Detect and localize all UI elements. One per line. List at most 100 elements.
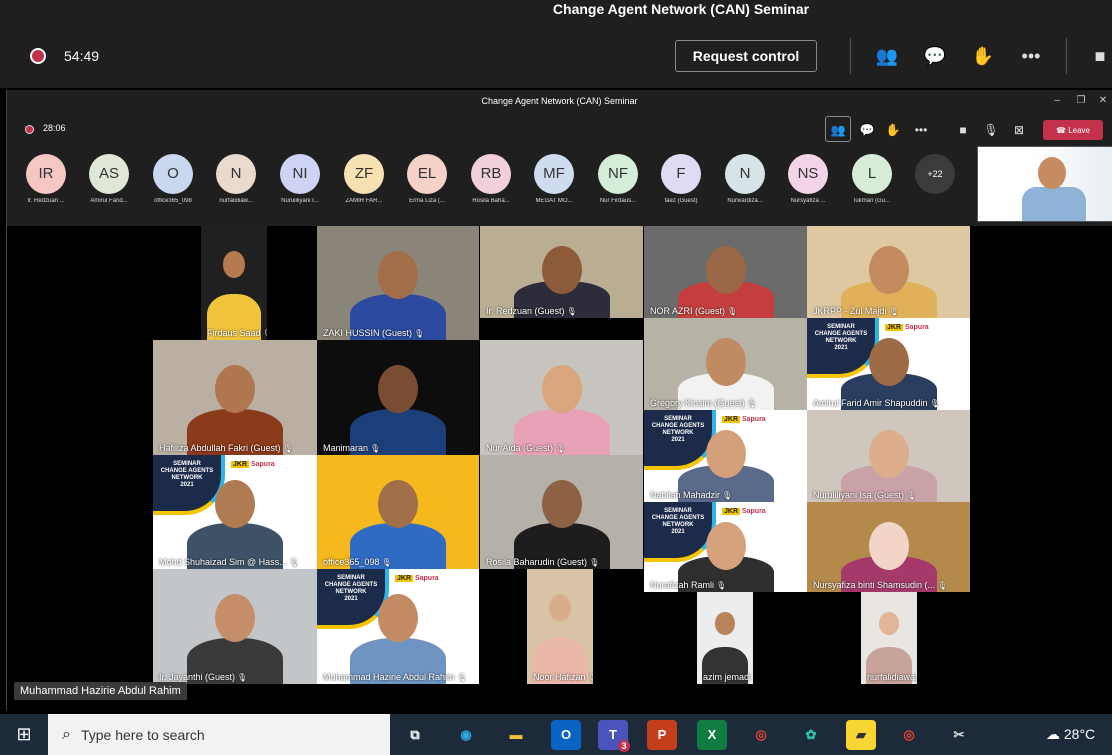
participant-name: faez (Guest) [664,198,698,204]
microphone-icon[interactable]: 🎙 [982,121,1000,139]
camera-icon[interactable]: ■ [954,121,972,139]
teams-icon[interactable]: T3 [598,720,630,752]
reactions-icon[interactable]: ✋ [884,121,902,139]
microphone-off-icon: 🎙 [589,558,600,567]
powerpoint-icon[interactable]: P [647,720,677,750]
chat-icon[interactable]: 💬 [858,121,876,139]
microphone-off-icon: 🎙 [414,329,425,338]
close-icon[interactable]: ✕ [1093,90,1112,112]
video-tile[interactable]: ZAKI HUSSIN (Guest) 🎙 [317,226,479,340]
video-tile[interactable]: SEMINAR CHANGE AGENTS NETWORK 2021 JKR Sapur… [153,455,317,569]
sticky-notes-icon[interactable]: ▰ [846,720,876,750]
video-tile[interactable]: Rosila Baharudin (Guest) 🎙 [480,455,643,569]
video-tile[interactable]: Ir. Redzuan (Guest) 🎙 [480,226,643,318]
participant-avatar[interactable]: NF Nur Firdaus... [589,154,647,204]
participant-face [541,246,582,295]
participant-name-label: nurfalidiawati🎙 [867,672,917,682]
video-tile[interactable]: NOR AZRI (Guest) 🎙 [644,226,807,318]
people-icon[interactable]: 👥 [875,44,899,68]
participant-avatar[interactable]: N Nurwardiza... [716,154,774,204]
more-options-icon[interactable]: ••• [912,121,930,139]
taskbar-search[interactable]: ⌕ Type here to search [48,714,390,755]
participant-avatar[interactable]: Llukman (Gu... [843,154,901,204]
participant-name-label: Firdaus Saad🎙 [207,328,267,338]
outer-window-title: Change Agent Network (CAN) Seminar [0,0,1112,24]
video-tile[interactable]: Firdaus Saad🎙 [201,226,267,340]
request-control-button[interactable]: Request control [675,40,817,72]
chrome-icon[interactable]: ◎ [746,720,776,750]
recording-icon [30,48,46,64]
video-tile[interactable]: office365_098 🎙 [317,455,479,569]
video-tile[interactable]: nurfalidiawati🎙 [861,592,917,684]
file-explorer-icon[interactable]: ▬ [501,720,531,750]
maximize-icon[interactable]: ❐ [1071,90,1091,112]
weather-widget[interactable]: ☁ 28°C [1046,726,1095,743]
tile-name: Amirul Farid Amir Shapuddin [813,398,928,408]
participant-avatar[interactable]: MF MEGAT MO... [525,154,583,204]
app-icon[interactable]: ✿ [796,720,826,750]
divider [1066,38,1067,74]
participant-avatar[interactable]: Ooffice365_098 [144,154,202,204]
self-video-label: Muhammad Hazirie Abdul Rahim [14,682,187,700]
outlook-icon[interactable]: O [551,720,581,750]
microphone-off-icon: 🎙 [746,399,757,408]
people-icon[interactable]: 👥 [825,116,851,142]
participant-avatar[interactable]: NI Nuruliliyani I... [271,154,329,204]
tile-name: office365_098 [323,557,380,567]
banner-line: 2021 [671,437,685,443]
video-tile[interactable]: Gregory Kinsim (Guest) 🎙 [644,318,807,410]
video-tile[interactable]: Noor Hafizan 🎙 [527,569,593,684]
edge-icon[interactable]: ◉ [451,720,481,750]
more-options-icon[interactable]: ••• [1019,44,1043,68]
chat-icon[interactable]: 💬 [923,44,947,68]
task-view-icon[interactable]: ⧉ [400,720,430,750]
participant-avatar[interactable]: Nnurfalidiaw... [207,154,265,204]
tile-name: Nursyafiza binti Shamsudin (... [813,580,936,590]
avatar-initials: L [852,154,892,194]
video-tile[interactable]: Nur Aida (Guest) 🎙 [480,340,643,455]
participant-name-label: Nuruliliyani Isa (Guest) 🎙 [813,490,916,500]
video-tile[interactable]: Hafiliza Abdullah Fakri (Guest) 🎙 [153,340,317,455]
search-placeholder: Type here to search [80,726,205,743]
tile-name: Muhammad Hazirie Abdul Rahim [323,672,455,682]
participant-avatar[interactable]: NS Nursyafiza ... [779,154,837,204]
video-tile[interactable]: Nuruliliyani Isa (Guest) 🎙 [807,410,970,502]
more-participants-button[interactable]: +22 [915,154,955,194]
leave-button[interactable]: ☎ Leave [1043,120,1103,140]
tile-name: Rosila Baharudin (Guest) [486,557,588,567]
video-tile[interactable]: azim jemadi🎙 [697,592,753,684]
video-tile[interactable]: Manimaran 🎙 [317,340,479,455]
video-tile[interactable]: Nursyafiza binti Shamsudin (... 🎙 [807,502,970,592]
video-tile[interactable]: SEMINAR CHANGE AGENTS NETWORK 2021 JKR Sapur… [644,410,807,502]
avatar-initials: O [153,154,193,194]
tile-name: ZAKI HUSSIN (Guest) [323,328,413,338]
participant-avatar[interactable]: EL Erma Liza (... [398,154,456,204]
video-tile[interactable]: JKRPP - Zul Majdi 🎙 [807,226,970,318]
participant-face [378,251,418,300]
tile-name: Mohd Shuhaizad Sim @ Hass... [159,557,287,567]
video-tile[interactable]: SEMINAR CHANGE AGENTS NETWORK 2021 JKR Sapur… [644,502,807,592]
participant-avatar[interactable]: IR Ir. Redzuan ... [17,154,75,204]
microphone-off-icon: 🎙 [237,673,248,682]
participant-avatar[interactable]: RB Rosila Baha... [462,154,520,204]
snipping-tool-icon[interactable]: ✂ [944,720,974,750]
participant-avatar[interactable]: ZF ZAMIR FAR... [335,154,393,204]
avatar-initials: IR [26,154,66,194]
video-tile[interactable]: Ir. Jayanthi (Guest) 🎙 [153,569,317,684]
video-grid: Firdaus Saad🎙ZAKI HUSSIN (Guest)🎙Ir. Red… [7,226,1112,710]
participant-avatar[interactable]: Ffaez (Guest) [652,154,710,204]
minimize-icon[interactable]: – [1047,90,1067,112]
windows-start-icon[interactable]: ⊞ [0,714,48,755]
video-tile[interactable]: SEMINAR CHANGE AGENTS NETWORK 2021 JKR Sapur… [317,569,479,684]
video-tile[interactable]: SEMINAR CHANGE AGENTS NETWORK 2021 JKR Sapur… [807,318,970,410]
camera-icon[interactable]: ■ [1088,44,1112,68]
participant-face [868,430,909,479]
share-icon[interactable]: ⊠ [1010,121,1028,139]
reactions-icon[interactable]: ✋ [971,44,995,68]
participant-name-label: ZAKI HUSSIN (Guest) 🎙 [323,328,424,338]
banner-line: SEMINAR [827,324,855,330]
excel-icon[interactable]: X [697,720,727,750]
participant-avatar[interactable]: AS Amirul Farid... [80,154,138,204]
chrome-profile-icon[interactable]: ◎ [894,720,924,750]
temperature: 28°C [1063,726,1096,742]
